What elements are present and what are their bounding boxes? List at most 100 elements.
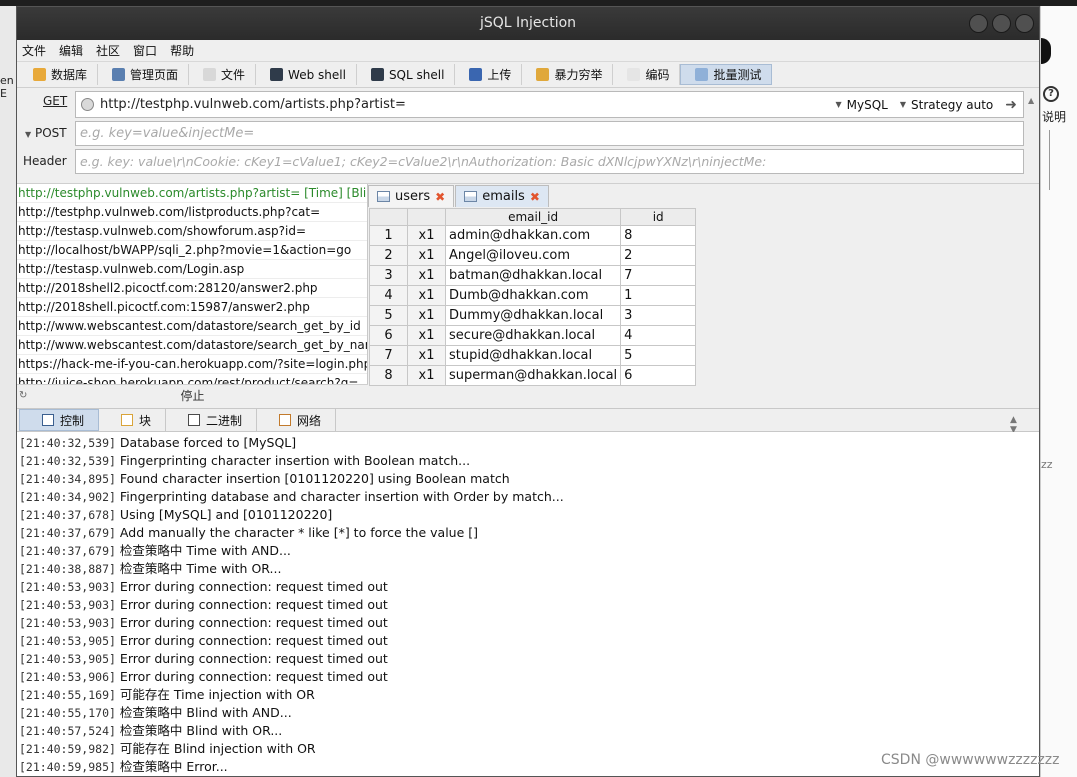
toolbar-item-label[interactable]: 文件: [221, 66, 245, 83]
toolbar-item-label[interactable]: 数据库: [51, 66, 87, 83]
row-number[interactable]: 6: [369, 325, 408, 346]
row-marker[interactable]: x1: [407, 245, 446, 266]
tab-users-label[interactable]: users: [395, 189, 430, 204]
tab-emails[interactable]: emails ✖: [455, 185, 549, 207]
toolbar-item-label[interactable]: 管理页面: [130, 66, 178, 83]
cell-email-id[interactable]: Dumb@dhakkan.com: [444, 285, 622, 306]
row-number[interactable]: 3: [369, 265, 408, 286]
header-input[interactable]: e.g. key: value\r\nCookie: cKey1=cValue1…: [76, 154, 766, 169]
row-marker[interactable]: x1: [407, 225, 446, 246]
cell-email-id[interactable]: Angel@iloveu.com: [444, 245, 622, 266]
cell-id[interactable]: 7: [620, 265, 697, 286]
post-toggle[interactable]: ▼ POST: [25, 126, 67, 140]
table-row[interactable]: 5 x1 Dummy@dhakkan.local 3: [369, 305, 697, 326]
column-header-id[interactable]: id: [620, 208, 697, 226]
toolbar-item-3[interactable]: Web shell: [256, 64, 357, 85]
toolbar-item-label[interactable]: 批量测试: [713, 66, 761, 83]
toolbar-item-label[interactable]: 暴力穷举: [554, 66, 602, 83]
row-number[interactable]: 5: [369, 305, 408, 326]
toolbar-item-label[interactable]: 上传: [487, 66, 511, 83]
tab-network[interactable]: 网络: [257, 409, 337, 431]
toolbar-item-6[interactable]: 暴力穷举: [522, 64, 614, 85]
cell-email-id[interactable]: batman@dhakkan.local: [444, 265, 622, 286]
header-label[interactable]: Header: [23, 154, 67, 168]
stop-label[interactable]: 停止: [180, 389, 204, 403]
run-arrow-icon[interactable]: ➜: [1005, 97, 1017, 113]
toolbar-item-0[interactable]: 数据库: [19, 64, 99, 85]
tab-emails-label[interactable]: emails: [482, 189, 525, 204]
row-number[interactable]: 2: [369, 245, 408, 266]
list-item[interactable]: http://testasp.vulnweb.com/showforum.asp…: [17, 222, 367, 241]
row-number[interactable]: 1: [369, 225, 408, 246]
table-row[interactable]: 8 x1 superman@dhakkan.local 6: [369, 365, 697, 386]
help-label[interactable]: 说明: [1042, 108, 1066, 125]
post-field[interactable]: e.g. key=value&injectMe=: [75, 121, 1024, 146]
row-marker[interactable]: x1: [407, 365, 446, 386]
row-number[interactable]: 4: [369, 285, 408, 306]
tab-console[interactable]: 控制: [19, 409, 100, 431]
table-row[interactable]: 6 x1 secure@dhakkan.local 4: [369, 325, 697, 346]
row-number[interactable]: 7: [369, 345, 408, 366]
get-label[interactable]: GET: [43, 94, 67, 108]
url-field[interactable]: http://testphp.vulnweb.com/artists.php?a…: [75, 91, 1024, 118]
cell-id[interactable]: 8: [620, 225, 697, 246]
maximize-button[interactable]: [992, 14, 1011, 33]
cell-id[interactable]: 2: [620, 245, 697, 266]
tab-chunk[interactable]: 块: [99, 409, 167, 431]
console-tab-label[interactable]: 二进制: [206, 412, 242, 429]
console-tab-label[interactable]: 控制: [60, 412, 84, 429]
list-item[interactable]: http://www.webscantest.com/datastore/sea…: [17, 336, 367, 355]
toolbar-item-7[interactable]: 编码: [613, 64, 681, 85]
table-row[interactable]: 4 x1 Dumb@dhakkan.com 1: [369, 285, 697, 306]
list-item[interactable]: http://testphp.vulnweb.com/listproducts.…: [17, 203, 367, 222]
row-marker[interactable]: x1: [407, 265, 446, 286]
menu-help[interactable]: 帮助: [170, 42, 194, 59]
toolbar-item-4[interactable]: SQL shell: [357, 64, 456, 85]
post-input[interactable]: e.g. key=value&injectMe=: [76, 126, 254, 141]
close-icon[interactable]: ✖: [435, 190, 445, 204]
menu-community[interactable]: 社区: [96, 42, 120, 59]
toolbar-item-5[interactable]: 上传: [455, 64, 523, 85]
url-input[interactable]: http://testphp.vulnweb.com/artists.php?a…: [94, 97, 836, 112]
minimize-button[interactable]: [969, 14, 988, 33]
menu-window[interactable]: 窗口: [133, 42, 157, 59]
toolbar-item-label[interactable]: 编码: [645, 66, 669, 83]
cell-id[interactable]: 6: [620, 365, 697, 386]
table-row[interactable]: 3 x1 batman@dhakkan.local 7: [369, 265, 697, 286]
row-marker[interactable]: x1: [407, 305, 446, 326]
cell-id[interactable]: 5: [620, 345, 697, 366]
table-row[interactable]: 7 x1 stupid@dhakkan.local 5: [369, 345, 697, 366]
list-item[interactable]: http://testasp.vulnweb.com/Login.asp: [17, 260, 367, 279]
help-icon[interactable]: ?: [1043, 86, 1059, 102]
column-header-email-id[interactable]: email_id: [444, 208, 622, 226]
table-row[interactable]: 1 x1 admin@dhakkan.com 8: [369, 225, 697, 246]
close-icon[interactable]: ✖: [530, 190, 540, 204]
cell-id[interactable]: 3: [620, 305, 697, 326]
toolbar-item-label[interactable]: Web shell: [288, 68, 346, 82]
cell-id[interactable]: 4: [620, 325, 697, 346]
tab-users[interactable]: users ✖: [368, 185, 455, 207]
list-item[interactable]: http://2018shell.picoctf.com:15987/answe…: [17, 298, 367, 317]
table-row[interactable]: 2 x1 Angel@iloveu.com 2: [369, 245, 697, 266]
toolbar-item-1[interactable]: 管理页面: [98, 64, 190, 85]
stop-button[interactable]: ↻ 停止: [17, 384, 368, 408]
row-number[interactable]: 8: [369, 365, 408, 386]
menu-edit[interactable]: 编辑: [59, 42, 83, 59]
tab-binary[interactable]: 二进制: [166, 409, 258, 431]
row-marker[interactable]: x1: [407, 345, 446, 366]
toolbar-item-2[interactable]: 文件: [189, 64, 257, 85]
cell-email-id[interactable]: secure@dhakkan.local: [444, 325, 622, 346]
list-item[interactable]: http://2018shell2.picoctf.com:28120/answ…: [17, 279, 367, 298]
list-item[interactable]: https://hack-me-if-you-can.herokuapp.com…: [17, 355, 367, 374]
cell-email-id[interactable]: superman@dhakkan.local: [444, 365, 622, 386]
database-select[interactable]: MySQL: [847, 98, 888, 112]
header-field[interactable]: e.g. key: value\r\nCookie: cKey1=cValue1…: [75, 149, 1024, 174]
row-marker[interactable]: x1: [407, 285, 446, 306]
menu-file[interactable]: 文件: [22, 42, 46, 59]
row-marker[interactable]: x1: [407, 325, 446, 346]
cell-email-id[interactable]: admin@dhakkan.com: [444, 225, 622, 246]
url-list[interactable]: http://testphp.vulnweb.com/artists.php?a…: [17, 184, 368, 408]
close-button[interactable]: [1015, 14, 1034, 33]
title-bar[interactable]: jSQL Injection: [17, 7, 1039, 40]
toolbar-item-label[interactable]: SQL shell: [389, 68, 444, 82]
